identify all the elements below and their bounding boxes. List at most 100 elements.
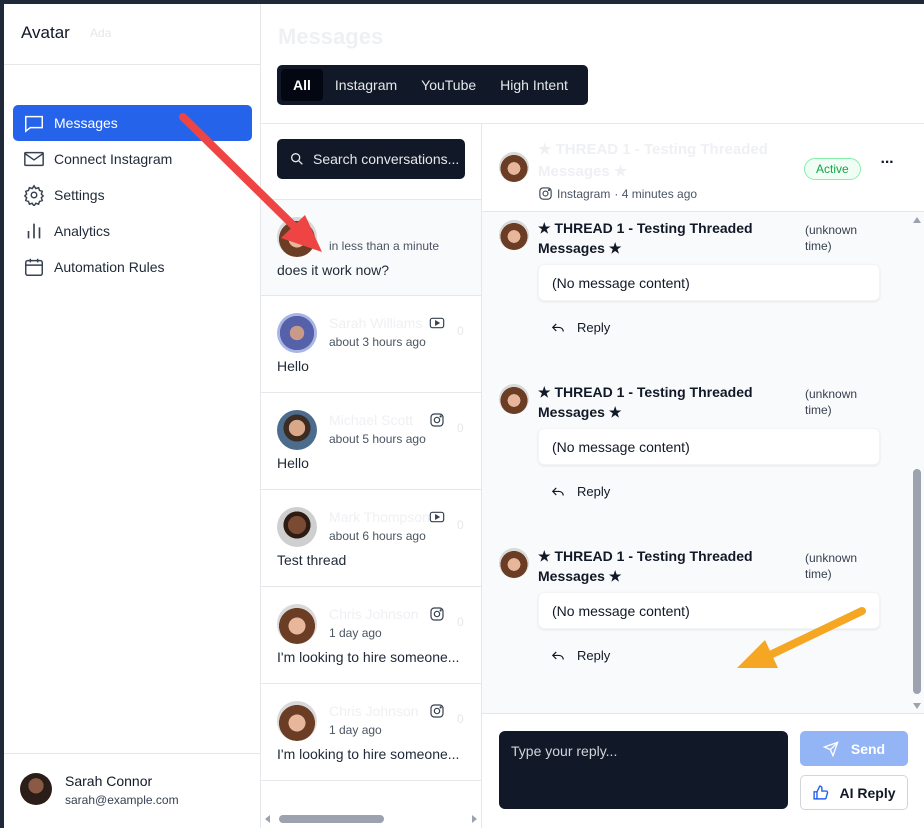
reply-arrow-icon: [551, 487, 564, 496]
scrollbar-thumb[interactable]: [279, 815, 384, 823]
send-label: Send: [850, 740, 886, 757]
search-input[interactable]: Search conversations...: [277, 139, 465, 179]
avatar: [277, 313, 317, 353]
user-email: sarah@example.com: [65, 793, 179, 807]
sidebar-item-label: Analytics: [54, 223, 111, 239]
thumbs-up-icon: [813, 785, 829, 800]
message-title: ★ THREAD 1 - Testing Threaded Messages ★: [538, 384, 753, 420]
reply-button[interactable]: Reply: [551, 648, 610, 663]
message-time: (unknown time): [805, 223, 858, 253]
instagram-icon: [429, 606, 445, 622]
status-badge: Active: [804, 158, 861, 180]
message-item: ★ THREAD 1 - Testing Threaded Messages ★…: [482, 218, 912, 382]
tab-youtube[interactable]: YouTube: [409, 69, 488, 101]
scrollbar-thumb[interactable]: [913, 469, 921, 694]
conversation-preview: Hello: [277, 358, 309, 374]
instagram-icon: [429, 703, 445, 719]
reply-label: Reply: [577, 648, 611, 663]
tab-instagram[interactable]: Instagram: [323, 69, 409, 101]
list-item[interactable]: Mark Thompson 0 about 6 hours ago Test t…: [261, 490, 481, 587]
reply-label: Reply: [577, 320, 611, 335]
conversation-preview: Hello: [277, 455, 309, 471]
conversation-time: about 6 hours ago: [329, 529, 426, 543]
avatar: [499, 384, 529, 414]
conversation-time: 1 day ago: [329, 626, 382, 640]
unread-count: 0: [457, 518, 464, 532]
avatar: [499, 220, 529, 250]
list-item[interactable]: Michael Scott 0 about 5 hours ago Hello: [261, 393, 481, 490]
message-list: ★ THREAD 1 - Testing Threaded Messages ★…: [482, 213, 924, 713]
more-options-button[interactable]: ···: [877, 154, 897, 176]
thread-meta: Instagram · 4 minutes ago: [538, 186, 697, 201]
conversation-preview: I'm looking to hire someone...: [277, 649, 460, 665]
conversation-time: about 3 hours ago: [329, 335, 426, 349]
youtube-icon: [429, 509, 445, 525]
tab-all[interactable]: All: [281, 69, 323, 101]
message-time: (unknown time): [805, 387, 858, 417]
filter-tabs: All Instagram YouTube High Intent: [277, 65, 588, 105]
thread-header: ★ THREAD 1 - Testing Threaded Messages ★…: [482, 124, 924, 212]
avatar: [499, 548, 529, 578]
conversation-list: in less than a minute does it work now? …: [261, 199, 481, 781]
message-time: (unknown time): [805, 551, 858, 581]
page-title: Messages: [278, 24, 384, 49]
bar-chart-icon: [23, 220, 45, 242]
ai-reply-button[interactable]: AI Reply: [800, 775, 908, 810]
reply-button[interactable]: Reply: [551, 484, 610, 499]
reply-arrow-icon: [551, 323, 564, 332]
avatar: [277, 604, 317, 644]
contact-name: Chris Johnson: [329, 606, 419, 622]
sidebar-item-label: Settings: [54, 187, 105, 203]
contact-name: Mark Thompson: [329, 509, 429, 525]
avatar: [277, 217, 317, 257]
unread-count: 0: [457, 615, 464, 629]
unread-count: 0: [457, 712, 464, 726]
list-item[interactable]: in less than a minute does it work now?: [261, 199, 481, 296]
user-profile[interactable]: Sarah Connor sarah@example.com: [4, 753, 261, 828]
contact-name: Michael Scott: [329, 412, 414, 428]
sidebar-item-label: Automation Rules: [54, 259, 165, 275]
reply-input[interactable]: [499, 731, 788, 809]
send-icon: [822, 740, 839, 757]
sidebar-item-analytics[interactable]: Analytics: [13, 213, 252, 249]
sidebar-item-settings[interactable]: Settings: [13, 177, 252, 213]
list-item[interactable]: Chris Johnson 0 1 day ago I'm looking to…: [261, 684, 481, 781]
vertical-scrollbar[interactable]: [910, 213, 924, 713]
sidebar-item-connect-instagram[interactable]: Connect Instagram: [13, 141, 252, 177]
search-placeholder: Search conversations...: [313, 151, 460, 167]
conversation-time: 1 day ago: [329, 723, 382, 737]
thread-time: · 4 minutes ago: [614, 186, 698, 201]
list-item[interactable]: Sarah Williams 0 about 3 hours ago Hello: [261, 296, 481, 393]
horizontal-scrollbar[interactable]: [261, 811, 481, 827]
message-item: ★ THREAD 1 - Testing Threaded Messages ★…: [482, 546, 912, 710]
youtube-icon: [429, 315, 445, 331]
instagram-icon: [429, 412, 445, 428]
message-bubble: (No message content): [538, 428, 880, 465]
reply-button[interactable]: Reply: [551, 320, 610, 335]
sidebar-item-automation-rules[interactable]: Automation Rules: [13, 249, 252, 285]
brand-name: Avatar: [21, 23, 70, 42]
search-icon: [289, 151, 305, 167]
user-name: Sarah Connor: [65, 773, 153, 789]
send-button[interactable]: Send: [800, 731, 908, 766]
thread-platform: Instagram: [557, 186, 611, 201]
sidebar-item-messages[interactable]: Messages: [13, 105, 252, 141]
conversation-preview: Test thread: [277, 552, 347, 568]
message-title: ★ THREAD 1 - Testing Threaded Messages ★: [538, 548, 753, 584]
message-title: ★ THREAD 1 - Testing Threaded Messages ★: [538, 220, 753, 256]
list-item[interactable]: Chris Johnson 0 1 day ago I'm looking to…: [261, 587, 481, 684]
thread-panel: ★ THREAD 1 - Testing Threaded Messages ★…: [482, 123, 924, 828]
unread-count: 0: [457, 324, 464, 338]
avatar: [277, 701, 317, 741]
avatar: [277, 410, 317, 450]
avatar: [20, 773, 52, 805]
brand-subtext: Ada: [90, 26, 112, 40]
mail-icon: [23, 148, 45, 170]
message-item: ★ THREAD 1 - Testing Threaded Messages ★…: [482, 382, 912, 546]
tab-high-intent[interactable]: High Intent: [488, 69, 580, 101]
app-window: Avatar Ada Messages Connect Instagram Se…: [4, 4, 924, 828]
sidebar-item-label: Messages: [54, 115, 118, 131]
conversation-time: about 5 hours ago: [329, 432, 426, 446]
instagram-icon: [538, 186, 553, 201]
gear-icon: [23, 184, 45, 206]
